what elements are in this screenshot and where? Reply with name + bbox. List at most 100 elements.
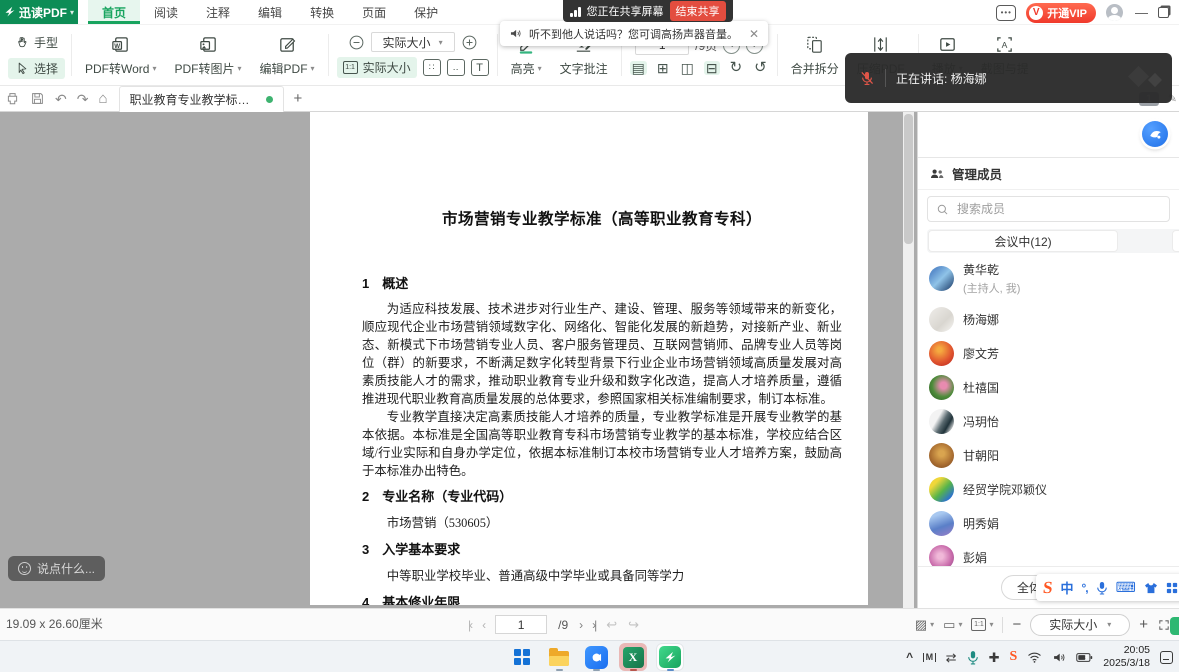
ime-toolbox-icon[interactable] [1166, 582, 1178, 594]
menu-tab-edit[interactable]: 编辑 [244, 0, 296, 24]
new-tab-button[interactable]: + [294, 90, 303, 107]
tab-in-meeting[interactable]: 会议中(12) [928, 230, 1118, 252]
volume-icon[interactable] [1052, 651, 1066, 664]
member-search-box[interactable] [927, 196, 1170, 222]
status-pager: |‹ ‹ /9 › ›| ↩ ↪ [468, 609, 639, 640]
pdf-app-button[interactable] [656, 643, 684, 671]
member-name: 廖文芳 [963, 345, 999, 362]
tray-sogou-icon[interactable]: S [1009, 650, 1017, 664]
app-logo[interactable]: 迅读PDF ▾ [0, 0, 78, 24]
page-layout-dropdown[interactable]: ▭▾ [943, 617, 962, 633]
pdf-to-image-button[interactable]: PDF转图片▾ [166, 25, 251, 85]
actual-size-dropdown[interactable]: 1:1▾ [971, 618, 993, 631]
next-page-icon[interactable]: › [579, 618, 581, 632]
assistant-float-button[interactable] [1142, 121, 1168, 147]
excel-app-button[interactable]: X [619, 643, 647, 671]
menu-tab-protect[interactable]: 保护 [400, 0, 452, 24]
save-icon[interactable] [30, 91, 45, 106]
pdf-to-word-button[interactable]: W PDF转Word▾ [76, 25, 165, 85]
select-tool-button[interactable]: 选择 [8, 58, 65, 79]
home-icon[interactable]: ⌂ [98, 91, 107, 106]
book-view-icon[interactable]: ◫ [679, 61, 696, 75]
sogou-logo-icon[interactable]: S [1042, 578, 1054, 598]
minimize-button[interactable]: — [1135, 5, 1148, 20]
member-row[interactable]: 杨海娜 [918, 302, 1179, 336]
meeting-app-icon [585, 646, 608, 669]
tray-app-icon[interactable]: M [923, 653, 936, 662]
document-tab[interactable]: 职业教育专业教学标准-2025... [119, 86, 284, 112]
edit-pdf-button[interactable]: 编辑PDF▾ [251, 25, 324, 85]
member-row[interactable]: 明秀娟 [918, 506, 1179, 540]
member-row[interactable]: 廖文芳 [918, 336, 1179, 370]
start-button[interactable] [508, 643, 536, 671]
menu-tab-page[interactable]: 页面 [348, 0, 400, 24]
fit-width-icon[interactable]: ‥ [447, 59, 465, 76]
member-row[interactable]: 甘朝阳 [918, 438, 1179, 472]
two-page-view-icon[interactable]: ⊞ [655, 61, 671, 75]
fit-page-icon[interactable]: ∷ [423, 59, 441, 76]
menu-tab-annotate[interactable]: 注释 [192, 0, 244, 24]
zoom-in-icon[interactable] [461, 34, 478, 51]
document-scrollbar[interactable] [903, 112, 914, 608]
ime-language-icon[interactable]: 中 [1060, 578, 1073, 597]
wifi-icon[interactable] [1027, 651, 1042, 663]
continuous-view-icon[interactable]: ⊟ [704, 61, 720, 75]
single-page-view-icon[interactable]: ▤ [630, 61, 647, 75]
actual-size-button[interactable]: 1:1 实际大小 [337, 57, 417, 78]
vip-button[interactable]: V 开通VIP [1026, 3, 1096, 23]
tray-mixer-icon[interactable]: ⇄ [946, 651, 957, 664]
battery-icon[interactable] [1076, 652, 1093, 663]
tray-clock[interactable]: 20:05 2025/3/18 [1103, 644, 1150, 670]
member-row[interactable]: 黄华乾 (主持人, 我) [918, 254, 1179, 302]
zoom-out-button[interactable]: − [1012, 616, 1021, 633]
last-page-icon[interactable]: ›| [592, 618, 595, 632]
background-style-dropdown[interactable]: ▨▾ [915, 617, 934, 633]
hand-tool-button[interactable]: 手型 [8, 32, 65, 53]
view-forward-icon[interactable]: ↪ [628, 617, 639, 633]
file-explorer-button[interactable] [545, 643, 573, 671]
scrollbar-thumb[interactable] [904, 114, 913, 244]
first-page-icon[interactable]: |‹ [468, 618, 471, 632]
previous-page-icon[interactable]: ‹ [482, 618, 484, 632]
ime-punctuation-icon[interactable]: °, [1081, 581, 1087, 595]
menu-tab-home[interactable]: 首页 [88, 0, 140, 24]
end-share-button[interactable]: 结束共享 [670, 1, 726, 21]
member-row[interactable]: 杜禧国 [918, 370, 1179, 404]
status-zoom-select[interactable]: 实际大小 ▾ [1030, 614, 1130, 636]
tray-gamebar-icon[interactable]: ✚ [989, 651, 1000, 664]
zoom-in-button[interactable]: + [1139, 616, 1148, 633]
undo-icon[interactable]: ↶ [55, 92, 67, 106]
fullscreen-icon[interactable] [1157, 618, 1171, 632]
print-icon[interactable] [5, 91, 20, 106]
rotate-cw-icon[interactable]: ↻ [728, 60, 745, 75]
meeting-chat-bubble[interactable]: 说点什么... [8, 556, 105, 581]
ime-skin-icon[interactable] [1144, 582, 1158, 594]
notification-center-icon[interactable] [1160, 651, 1173, 664]
redo-icon[interactable]: ↷ [77, 92, 89, 106]
ime-keyboard-icon[interactable]: ⌨ [1116, 579, 1136, 596]
tab-second-partial[interactable] [1172, 230, 1179, 252]
account-avatar[interactable] [1106, 4, 1123, 21]
meeting-app-button[interactable] [582, 643, 610, 671]
zoom-level-select[interactable]: 实际大小 ▾ [371, 32, 455, 52]
edge-widget-partial[interactable] [1170, 617, 1179, 635]
tray-time: 20:05 [1103, 644, 1150, 657]
ime-mic-icon[interactable] [1096, 581, 1108, 595]
menu-tab-read[interactable]: 阅读 [140, 0, 192, 24]
tray-expand-icon[interactable]: ^ [906, 651, 913, 663]
status-page-input[interactable] [495, 615, 547, 634]
pdf-page[interactable]: 市场营销专业教学标准（高等职业教育专科） 1 概述 为适应科技发展、技术进步对行… [310, 112, 868, 605]
close-icon[interactable]: ✕ [749, 27, 759, 41]
tray-mic-icon[interactable] [967, 650, 979, 665]
feedback-icon[interactable]: ••• [996, 5, 1016, 21]
member-row[interactable]: 经贸学院邓颖仪 [918, 472, 1179, 506]
menu-tab-convert[interactable]: 转换 [296, 0, 348, 24]
member-row[interactable]: 冯玥怡 [918, 404, 1179, 438]
rotate-ccw-icon[interactable]: ↺ [752, 60, 769, 75]
merge-split-button[interactable]: 合并拆分 [782, 25, 848, 85]
zoom-out-icon[interactable] [348, 34, 365, 51]
view-back-icon[interactable]: ↩ [606, 617, 617, 633]
fit-text-icon[interactable]: T [471, 59, 489, 76]
restore-button[interactable] [1158, 7, 1169, 18]
member-search-input[interactable] [955, 201, 1161, 217]
